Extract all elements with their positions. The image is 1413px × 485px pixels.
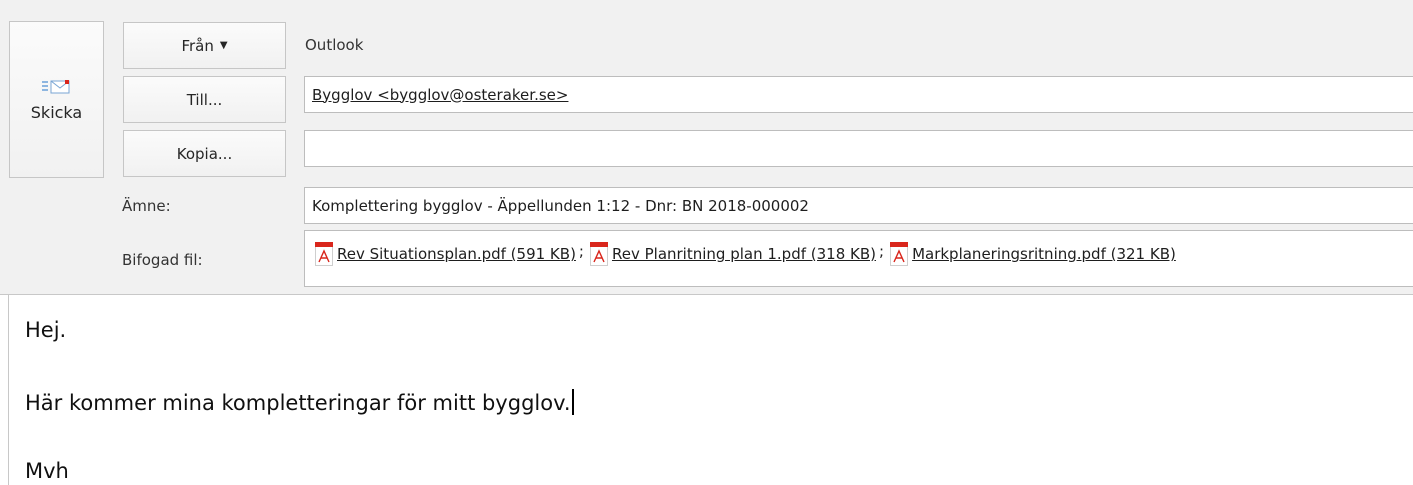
- body-line: Mvh: [25, 459, 69, 483]
- send-button[interactable]: Skicka: [9, 21, 104, 178]
- compose-header: Skicka Från ▼ Outlook Till... Bygglov <b…: [0, 0, 1413, 294]
- header-divider: [0, 294, 1413, 295]
- subject-field[interactable]: Komplettering bygglov - Äppellunden 1:12…: [304, 187, 1413, 224]
- chevron-down-icon: ▼: [219, 40, 228, 51]
- attachment-field[interactable]: Rev Situationsplan.pdf (591 KB) ; Rev Pl…: [304, 230, 1413, 287]
- attachment-item[interactable]: Rev Situationsplan.pdf (591 KB): [315, 242, 576, 266]
- body-border: [8, 295, 9, 485]
- from-button[interactable]: Från ▼: [123, 22, 286, 69]
- subject-label: Ämne:: [122, 197, 171, 215]
- to-button-label: Till...: [186, 90, 223, 109]
- to-recipient[interactable]: Bygglov <bygglov@osteraker.se>: [312, 86, 568, 104]
- attachment-label: Bifogad fil:: [122, 251, 203, 269]
- attachment-item[interactable]: Rev Planritning plan 1.pdf (318 KB): [589, 242, 876, 266]
- attachment-name[interactable]: Rev Situationsplan.pdf (591 KB): [337, 245, 576, 263]
- body-line: Här kommer mina kompletteringar för mitt…: [25, 391, 571, 415]
- body-line-with-caret: Här kommer mina kompletteringar för mitt…: [25, 389, 574, 415]
- to-button[interactable]: Till...: [123, 76, 286, 123]
- cc-field[interactable]: [304, 130, 1413, 167]
- subject-value: Komplettering bygglov - Äppellunden 1:12…: [312, 196, 809, 215]
- pdf-icon: [589, 242, 608, 266]
- cc-button[interactable]: Kopia...: [123, 130, 286, 177]
- send-button-label: Skicka: [30, 103, 83, 122]
- pdf-icon: [315, 242, 333, 266]
- from-account: Outlook: [305, 36, 364, 54]
- pdf-icon: [890, 242, 909, 266]
- to-field[interactable]: Bygglov <bygglov@osteraker.se>: [304, 76, 1413, 113]
- cc-button-label: Kopia...: [176, 144, 233, 163]
- attachment-item[interactable]: Markplaneringsritning.pdf (321 KB): [890, 242, 1176, 266]
- send-mail-icon: [41, 77, 72, 97]
- text-caret: [571, 389, 574, 415]
- attachment-name[interactable]: Markplaneringsritning.pdf (321 KB): [912, 245, 1176, 263]
- body-line: Hej.: [25, 318, 67, 342]
- attachment-separator: ;: [879, 242, 885, 260]
- attachment-separator: ;: [578, 242, 584, 260]
- attachment-name[interactable]: Rev Planritning plan 1.pdf (318 KB): [612, 245, 876, 263]
- from-button-label: Från: [181, 36, 214, 55]
